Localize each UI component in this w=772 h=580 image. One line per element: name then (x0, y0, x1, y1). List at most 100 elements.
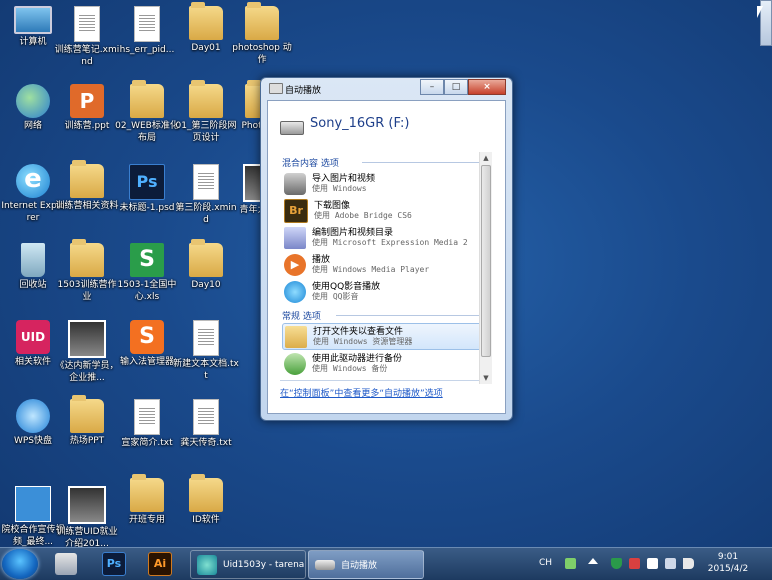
desktop-icon-folder[interactable]: Day10 (173, 239, 239, 291)
desktop-icon-notes-xmind[interactable]: 训练营笔记.xmind (54, 6, 120, 68)
desktop-icon-label: 龚天传奇.txt (180, 438, 232, 448)
window-titlebar[interactable]: 自动播放 – □ × (261, 78, 512, 98)
folder-icon (189, 80, 223, 118)
desktop-icon-folder[interactable]: 热场PPT (54, 395, 120, 447)
autoplay-scrollbar[interactable]: ▲ ▼ (479, 152, 492, 384)
close-button[interactable]: × (468, 79, 506, 95)
taskbar-task-autoplay[interactable]: 自动播放 (308, 550, 424, 579)
clock-date: 2015/4/2 (707, 564, 749, 574)
section-mixed-content: 混合内容 选项 (282, 156, 484, 170)
option-sublabel: 使用 Adobe Bridge CS6 (314, 210, 412, 220)
image-file-icon (68, 486, 106, 524)
window-client: Sony_16GR (F:) 混合内容 选项 导入图片和视频 使用 Windows… (267, 100, 506, 414)
desktop-icon-label: 新建文本文档.txt (173, 359, 239, 381)
option-play-qq[interactable]: 使用QQ影音播放 使用 QQ影音 (282, 278, 484, 305)
clock[interactable]: 9:01 2015/4/2 (698, 551, 758, 575)
action-center-flag-icon[interactable] (647, 558, 658, 569)
folder-icon (130, 474, 164, 512)
computer-icon (14, 6, 52, 34)
option-download-images[interactable]: 下载图像使用 Adobe Bridge CS6 (282, 197, 484, 224)
qq-player-icon (284, 280, 306, 303)
network-icon[interactable] (665, 558, 676, 569)
section-general: 常规 选项 (282, 309, 484, 323)
option-sublabel: 使用 QQ影音 (312, 291, 359, 301)
scroll-down-arrow-icon[interactable]: ▼ (480, 372, 492, 384)
scroll-thumb[interactable] (481, 165, 491, 357)
expression-media-icon (284, 226, 306, 249)
uid-icon (16, 320, 50, 354)
desktop-icon-ppt[interactable]: 训练营.ppt (54, 84, 120, 132)
option-sublabel: 使用 Windows 备份 (312, 363, 388, 373)
scroll-up-arrow-icon[interactable]: ▲ (480, 152, 492, 164)
desktop-icon-folder[interactable]: 开班专用 (114, 474, 180, 526)
taskbar-task-browser[interactable]: Uid1503y - tarena (190, 550, 306, 579)
xmind-file-icon (193, 164, 219, 200)
desktop-icon-label: 开班专用 (128, 515, 165, 525)
battery-icon[interactable] (565, 558, 576, 569)
network-warning-icon[interactable] (629, 558, 640, 569)
desktop-icon-ime[interactable]: 输入法管理器 (114, 320, 180, 368)
option-play-wmp[interactable]: 播放使用 Windows Media Player (282, 251, 484, 278)
spreadsheet-file-icon (130, 243, 164, 277)
desktop-icon-label: 训练营笔记.xmind (54, 45, 120, 67)
app-icon (197, 554, 217, 575)
minimize-button[interactable]: – (420, 79, 444, 95)
option-sublabel: 使用 Windows Media Player (312, 264, 430, 274)
maximize-button[interactable]: □ (444, 79, 468, 95)
control-panel-link[interactable]: 在“控制面板”中查看更多“自动播放”选项 (280, 386, 443, 399)
divider (280, 380, 489, 381)
mouse-cursor-icon (757, 6, 763, 18)
clock-time: 9:01 (717, 552, 739, 562)
video-file-icon (15, 486, 51, 522)
folder-icon (70, 160, 104, 198)
option-label: 打开文件夹以查看文件 (313, 326, 404, 337)
desktop-icon-photo[interactable]: 《达内新学员，企业推... (54, 320, 120, 384)
task-label: Uid1503y - tarena (223, 559, 305, 570)
desktop-icon-txt[interactable]: 宣家简介.txt (114, 399, 180, 449)
option-label: 下载图像 (314, 200, 351, 211)
language-indicator[interactable]: CH (539, 558, 552, 568)
desktop-icon-folder[interactable]: 02_WEB标准化布局 (114, 80, 180, 144)
desktop-icon-photo[interactable]: 训练营UID就业介绍201... (54, 486, 120, 550)
start-button[interactable] (2, 549, 38, 579)
show-hidden-icons-arrow-icon[interactable] (588, 558, 598, 564)
desktop-icon-folder[interactable]: 训练营相关资料 (54, 160, 120, 212)
security-shield-icon[interactable] (611, 558, 622, 569)
option-catalog-media[interactable]: 编制图片和视频目录 使用 Microsoft Expression Media 2 (282, 224, 484, 251)
option-sublabel: 使用 Windows 资源管理器 (313, 336, 413, 346)
volume-icon[interactable] (683, 558, 694, 569)
desktop-icon-txt[interactable]: 新建文本文档.txt (173, 320, 239, 382)
wps-cloud-icon (16, 399, 50, 433)
taskbar-pin-illustrator[interactable]: Ai (140, 551, 180, 577)
device-name: Sony_16GR (F:) (310, 115, 410, 131)
desktop-icon-label: 02_WEB标准化布局 (115, 121, 179, 143)
task-label: 自动播放 (341, 561, 378, 571)
taskbar: Ps Ai Uid1503y - tarena 自动播放 CH 9:01 201… (0, 547, 772, 580)
folder-icon (189, 2, 223, 40)
option-sublabel: 使用 Windows (312, 183, 367, 193)
drive-icon (315, 559, 335, 570)
folder-icon (130, 80, 164, 118)
option-import-pictures[interactable]: 导入图片和视频 使用 Windows (282, 170, 484, 197)
option-backup-drive[interactable]: 使用此驱动器进行备份 使用 Windows 备份 (282, 350, 484, 377)
photoshop-file-icon (129, 164, 165, 200)
recycle-bin-icon (21, 243, 45, 277)
desktop-icon-folder[interactable]: 1503训练营作业 (54, 239, 120, 303)
desktop-icon-xls[interactable]: 1503-1全国中心.xls (114, 243, 180, 303)
desktop-icon-file[interactable]: hs_err_pid... (114, 6, 180, 56)
window-title: 自动播放 (285, 86, 322, 96)
taskbar-pin-photoshop[interactable]: Ps (94, 551, 134, 577)
desktop-icon-folder[interactable]: ID软件 (173, 474, 239, 526)
desktop-icon-psd[interactable]: 未标题-1.psd (114, 164, 180, 214)
desktop-icon-label: 输入法管理器 (119, 357, 174, 367)
taskbar-pin-calculator[interactable] (46, 551, 86, 577)
input-method-icon (130, 320, 164, 354)
photoshop-icon: Ps (102, 552, 126, 576)
desktop-icon-folder[interactable]: photoshop 动作 (229, 2, 295, 66)
desktop-icon-txt[interactable]: 龚天传奇.txt (173, 399, 239, 449)
option-open-folder[interactable]: 打开文件夹以查看文件 使用 Windows 资源管理器 (282, 323, 484, 350)
camera-icon (284, 172, 306, 195)
folder-icon (189, 474, 223, 512)
usb-drive-icon (280, 121, 304, 135)
desktop-icon-label: 1503-1全国中心.xls (117, 280, 177, 302)
